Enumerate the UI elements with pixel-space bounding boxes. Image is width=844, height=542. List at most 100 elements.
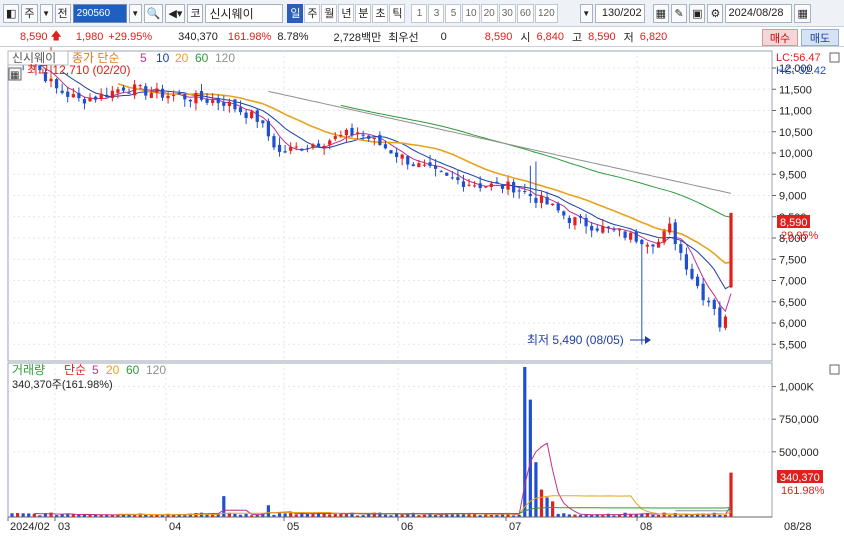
interval-button-60[interactable]: 60 <box>516 3 534 23</box>
price-panel-scroll-icon[interactable] <box>829 52 840 63</box>
prev-button[interactable]: 전 <box>54 3 71 23</box>
x-tick-label: 04 <box>169 521 181 533</box>
candle-body <box>729 212 733 288</box>
period-tab-1[interactable]: 주 <box>304 3 321 23</box>
volume-bar <box>623 512 627 517</box>
candle-body <box>127 92 131 94</box>
market-dropdown-icon[interactable]: ▼ <box>39 3 53 23</box>
change-pct: +29.95% <box>108 30 153 43</box>
date-field[interactable]: 2024/08/28 <box>725 3 793 23</box>
best-bid-label: 최우선 <box>388 31 419 44</box>
open-value: 6,840 <box>536 30 564 43</box>
candle-body <box>133 84 137 96</box>
candle-body <box>523 191 527 193</box>
ma10-legend: 10 <box>156 51 170 65</box>
volume-ratio: 161.98% <box>227 30 272 43</box>
volume-bar <box>662 512 666 517</box>
calendar-icon[interactable]: ▦ <box>794 3 811 23</box>
candle-body <box>372 137 376 139</box>
candle-body <box>495 181 499 184</box>
chart-menu-glyph: ▦ <box>10 70 19 81</box>
volume-bar <box>277 513 282 517</box>
period-tab-6[interactable]: 틱 <box>389 3 406 23</box>
vol-ma120-legend: 120 <box>146 363 166 377</box>
candle-body <box>350 127 354 136</box>
candle-body <box>49 78 53 82</box>
candle-body <box>110 90 114 98</box>
interval-button-30[interactable]: 30 <box>498 3 516 23</box>
interval-button-3[interactable]: 3 <box>428 3 445 23</box>
sell-button[interactable]: 매도 <box>801 29 839 46</box>
pct-tag: 29.95% <box>781 230 819 242</box>
open-label: 시 <box>520 31 531 44</box>
candle-body <box>361 134 365 136</box>
interval-button-120[interactable]: 120 <box>534 3 558 23</box>
interval-button-20[interactable]: 20 <box>480 3 498 23</box>
volume-bar <box>289 512 293 517</box>
candle-body <box>690 268 694 279</box>
market-prefix-button[interactable]: 코 <box>187 3 204 23</box>
candle-body <box>394 152 399 157</box>
settings-icon[interactable]: ⚙ <box>707 3 724 23</box>
x-end-label: 08/28 <box>784 521 812 533</box>
candle-body <box>144 86 148 96</box>
interval-button-1[interactable]: 1 <box>411 3 428 23</box>
candle-body <box>238 107 243 113</box>
candle-body <box>623 231 627 238</box>
candle-body <box>160 88 165 98</box>
volume-bar <box>523 367 527 517</box>
candle-body <box>673 222 677 245</box>
price-tick-label: 10,000 <box>779 148 813 160</box>
period-tab-2[interactable]: 월 <box>321 3 338 23</box>
candle-body <box>612 229 616 231</box>
candle-body <box>305 148 310 150</box>
interval-button-10[interactable]: 10 <box>462 3 480 23</box>
max-note: 최고 12,710 (02/20) <box>27 63 130 77</box>
candle-body <box>601 226 605 233</box>
speaker-icon[interactable]: ◀▾ <box>165 3 186 23</box>
candle-body <box>328 140 332 145</box>
volume-bar <box>10 513 14 517</box>
buy-button[interactable]: 매수 <box>762 29 798 46</box>
stock-name-field[interactable]: 신시웨이 <box>205 3 284 23</box>
volume-bar <box>539 489 544 517</box>
candle-body <box>294 146 298 148</box>
candle-body <box>500 184 505 189</box>
x-tick-label: 05 <box>287 521 299 533</box>
candle-body <box>517 190 521 192</box>
candle-body <box>116 89 120 93</box>
candle-body <box>484 186 488 188</box>
volume-panel-scroll-icon[interactable] <box>829 364 840 375</box>
period-tab-5[interactable]: 초 <box>372 3 389 23</box>
candle-body <box>188 99 192 102</box>
ma5-legend: 5 <box>140 51 147 65</box>
code-dropdown-icon[interactable]: ▼ <box>128 3 142 23</box>
candle-body <box>383 144 388 149</box>
price-tick-label: 6,500 <box>779 297 807 309</box>
market-button[interactable]: 주 <box>21 3 38 23</box>
candle-body <box>562 211 566 216</box>
stock-chart[interactable]: 12,00011,50011,00010,50010,0009,5009,000… <box>0 47 844 542</box>
candle-body <box>512 182 516 193</box>
period-tab-3[interactable]: 년 <box>338 3 355 23</box>
grid-icon[interactable]: ▦ <box>652 3 670 23</box>
interval-dropdown-icon[interactable]: ▼ <box>579 3 593 23</box>
count-field[interactable]: 130/202 <box>594 3 645 23</box>
period-tab-0[interactable]: 일 <box>287 3 304 23</box>
period-tab-4[interactable]: 분 <box>355 3 372 23</box>
low-value: 6,820 <box>639 30 668 43</box>
window-icon[interactable]: ◧ <box>3 3 20 23</box>
draw-icon[interactable]: ✎ <box>671 3 688 23</box>
candle-body <box>172 95 176 97</box>
volume-tick-label: 500,000 <box>779 447 819 459</box>
candle-body <box>316 143 321 147</box>
stock-code-input[interactable]: 290560 <box>72 3 127 23</box>
x-tick-label: 2024/02 <box>10 521 50 533</box>
interval-button-5[interactable]: 5 <box>445 3 462 23</box>
save-icon[interactable]: ▣ <box>689 3 706 23</box>
candle-body <box>400 154 404 159</box>
search-icon[interactable]: 🔍 <box>143 3 164 23</box>
candle-body <box>250 111 254 118</box>
candle-body <box>662 231 666 243</box>
candle-body <box>322 145 326 148</box>
